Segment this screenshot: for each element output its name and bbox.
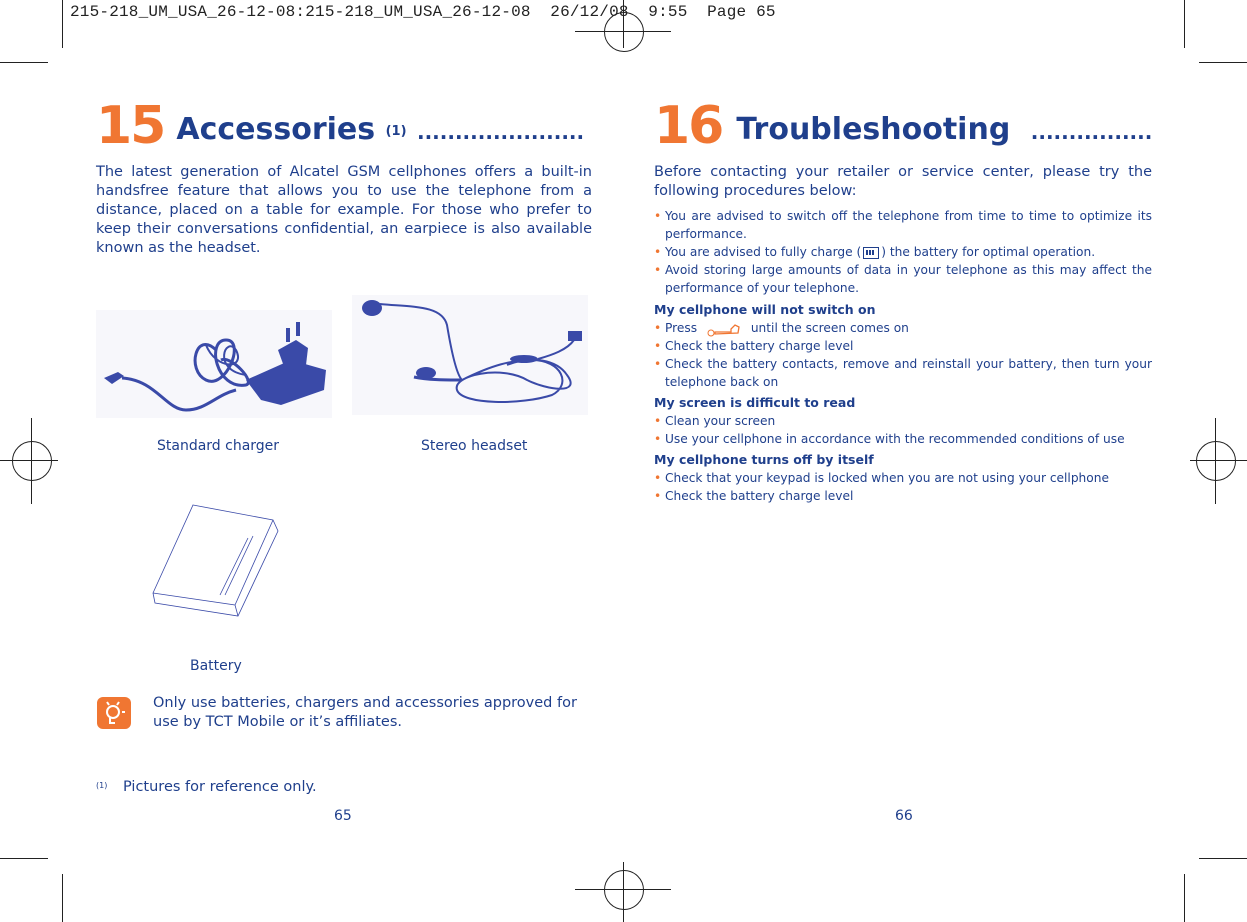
end-call-power-key-icon [707,323,741,336]
chapter-number: 15 [96,96,166,156]
footnote-text: Pictures for reference only. [123,779,317,795]
list-item: You are advised to fully charge () the b… [654,243,1152,261]
chapter-title-text: Accessories [176,112,376,147]
headset-image [352,295,588,415]
list-item: You are advised to switch off the teleph… [654,207,1152,243]
page-number-right: 66 [895,808,913,824]
list-item: Use your cellphone in accordance with th… [654,430,1152,448]
headset-caption: Stereo headset [421,438,528,454]
section-heading: My cellphone turns off by itself [654,452,874,467]
list-item: Clean your screen [654,412,1152,430]
list-item: Check the battery charge level [654,337,1152,355]
general-tips-list: You are advised to switch off the teleph… [654,207,1152,297]
chapter-title-text: Troubleshooting [736,112,1011,147]
left-page-title: 15 Accessories (1) .....................… [96,100,596,152]
tip-text: Only use batteries, chargers and accesso… [153,695,577,730]
chapter-number: 16 [654,96,724,156]
footnote-ref: (1) [385,124,407,139]
print-slug: 215-218_UM_USA_26-12-08:215-218_UM_USA_2… [70,3,776,21]
accessories-intro: The latest generation of Alcatel GSM cel… [96,164,592,256]
right-page-title: 16 Troubleshooting ................ [654,100,1154,152]
troubleshooting-intro: Before contacting your retailer or servi… [654,164,1152,199]
chapter-title: Accessories (1) ...................... [176,110,584,152]
section-list: Check that your keypad is locked when yo… [654,469,1152,505]
section-list: Press until the screen comes on Check th… [654,319,1152,391]
list-item: Check the battery charge level [654,487,1152,505]
page-number-left: 65 [334,808,352,824]
charger-caption: Standard charger [157,438,280,454]
battery-caption: Battery [190,658,242,674]
charger-image [96,310,332,418]
section-heading: My cellphone will not switch on [654,302,876,317]
title-leader: ................ [1030,120,1153,144]
list-item: Check that your keypad is locked when yo… [654,469,1152,487]
battery-full-icon [863,246,880,259]
lightbulb-tip-icon [97,697,131,729]
chapter-title: Troubleshooting ................ [736,110,1152,152]
list-item: Press until the screen comes on [654,319,1152,337]
title-leader: ...................... [416,120,585,144]
list-item: Check the battery contacts, remove and r… [654,355,1152,391]
battery-image [150,503,280,618]
footnote-marker: (1) [96,781,108,790]
list-item: Avoid storing large amounts of data in y… [654,261,1152,297]
section-heading: My screen is difficult to read [654,395,856,410]
section-list: Clean your screen Use your cellphone in … [654,412,1152,448]
